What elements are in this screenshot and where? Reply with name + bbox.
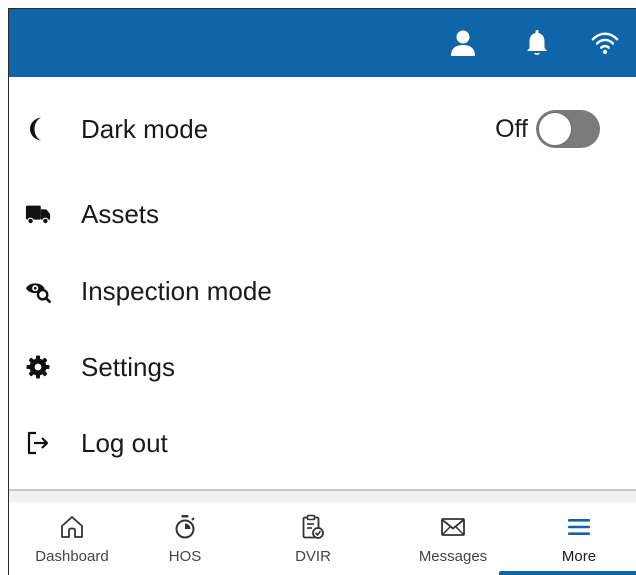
divider	[9, 489, 636, 502]
nav-tab-more[interactable]: More	[519, 502, 636, 575]
nav-tab-label: Messages	[418, 548, 488, 565]
menu-item-settings[interactable]: Settings	[9, 337, 636, 397]
menu-item-label: Log out	[81, 427, 168, 458]
nav-tab-dashboard[interactable]: Dashboard	[12, 502, 132, 575]
nav-tab-label: HOS	[168, 548, 202, 565]
nav-tab-messages[interactable]: Messages	[393, 502, 513, 575]
dark-mode-toggle[interactable]	[536, 110, 600, 148]
nav-tab-label: More	[561, 548, 597, 565]
bottom-navigation: Dashboard HOS DVIR Messages More	[9, 502, 636, 575]
active-tab-indicator	[499, 571, 636, 575]
wifi-icon[interactable]	[591, 29, 619, 57]
moon-icon	[25, 116, 51, 142]
menu-item-label: Inspection mode	[81, 275, 272, 306]
bell-icon[interactable]	[523, 29, 551, 57]
hamburger-menu-icon	[566, 514, 592, 540]
top-app-bar	[9, 9, 636, 77]
app-frame: Dark mode Off Assets Inspection mode Set…	[8, 8, 636, 575]
gear-icon	[25, 354, 51, 380]
user-icon[interactable]	[449, 29, 477, 57]
stopwatch-icon	[172, 514, 198, 540]
logout-icon	[25, 430, 51, 456]
menu-item-dark-mode[interactable]: Dark mode Off	[9, 99, 636, 159]
envelope-icon	[440, 514, 466, 540]
toggle-state-text: Off	[495, 114, 528, 143]
menu-item-log-out[interactable]: Log out	[9, 413, 636, 473]
nav-tab-dvir[interactable]: DVIR	[253, 502, 373, 575]
truck-icon	[25, 201, 51, 227]
menu-item-assets[interactable]: Assets	[9, 184, 636, 244]
dark-mode-toggle-group: Off	[495, 110, 600, 148]
nav-tab-hos[interactable]: HOS	[125, 502, 245, 575]
menu-item-inspection-mode[interactable]: Inspection mode	[9, 261, 636, 321]
inspection-eye-icon	[25, 278, 51, 304]
menu-item-label: Settings	[81, 351, 175, 382]
clipboard-check-icon	[300, 514, 326, 540]
menu-item-label: Dark mode	[81, 113, 209, 144]
nav-tab-label: DVIR	[295, 548, 331, 565]
menu-item-label: Assets	[81, 198, 160, 229]
nav-tab-label: Dashboard	[35, 548, 109, 565]
toggle-knob	[538, 112, 572, 146]
home-icon	[59, 514, 85, 540]
